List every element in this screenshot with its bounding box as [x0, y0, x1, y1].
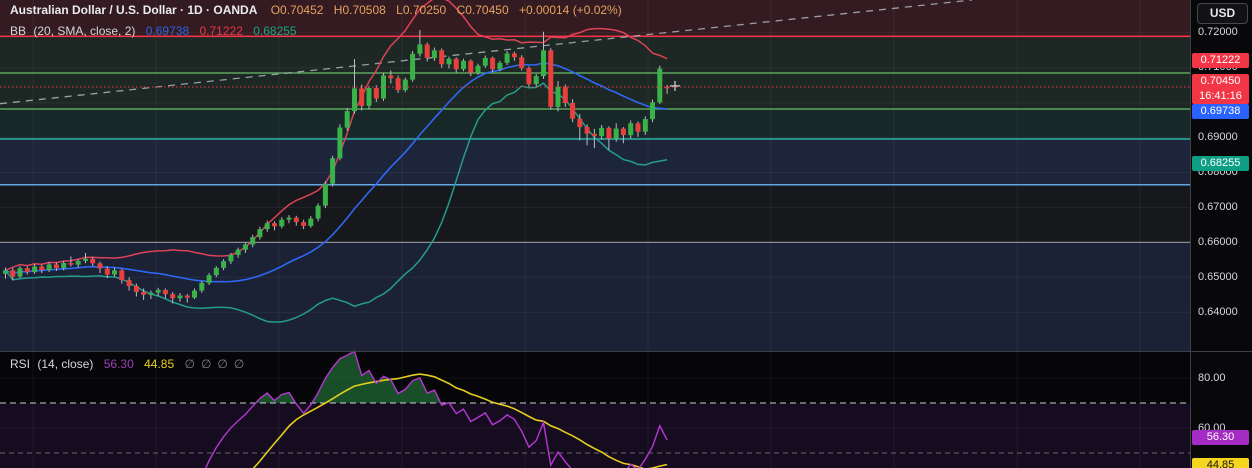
price-badge: 0.68255	[1192, 156, 1249, 171]
bb-lower-value: 0.68255	[253, 24, 297, 38]
countdown-timer: 16:41:16	[1199, 90, 1242, 102]
rsi-ma-value: 44.85	[144, 357, 175, 371]
trading-chart-app: Australian Dollar / U.S. Dollar · 1D · O…	[0, 0, 1252, 468]
bb-indicator-legend[interactable]: BB (20, SMA, close, 2) 0.69738 0.71222 0…	[10, 24, 304, 38]
price-tick: 0.67000	[1198, 201, 1238, 213]
bb-name: BB	[10, 24, 27, 38]
price-tick: 0.66000	[1198, 236, 1238, 248]
price-change: +0.00014 (+0.02%)	[518, 3, 622, 17]
empty-plot-icon: ∅	[200, 357, 212, 371]
last-price-badge: 0.70450 16:41:16	[1192, 74, 1249, 104]
chart-canvas[interactable]	[0, 0, 1252, 468]
rsi-empty-plots: ∅ ∅ ∅ ∅	[184, 357, 250, 371]
ohlc-high: H0.70508	[333, 3, 386, 17]
bb-upper-value: 0.71222	[199, 24, 243, 38]
ohlc-close: C0.70450	[456, 3, 509, 17]
price-badge: 0.69738	[1192, 104, 1249, 119]
price-badge: 0.71222	[1192, 53, 1249, 68]
ohlc-low: L0.70250	[396, 3, 447, 17]
ohlc-open: O0.70452	[270, 3, 324, 17]
symbol-legend[interactable]: Australian Dollar / U.S. Dollar · 1D · O…	[10, 3, 629, 17]
empty-plot-icon: ∅	[233, 357, 245, 371]
price-tick: 0.64000	[1198, 306, 1238, 318]
rsi-indicator-legend[interactable]: RSI (14, close) 56.30 44.85 ∅ ∅ ∅ ∅	[10, 357, 257, 371]
rsi-value-badge: 44.85	[1192, 458, 1249, 468]
price-scale[interactable]: 0.720000.710000.690000.680000.670000.660…	[1190, 0, 1252, 468]
symbol-title: Australian Dollar / U.S. Dollar · 1D · O…	[10, 3, 258, 17]
navy-zone-upper[interactable]	[0, 139, 1190, 185]
rsi-params: (14, close)	[37, 357, 94, 371]
rsi-value: 56.30	[103, 357, 134, 371]
price-tick: 0.72000	[1198, 26, 1238, 38]
empty-plot-icon: ∅	[217, 357, 228, 371]
price-tick: 0.69000	[1198, 131, 1238, 143]
rsi-name: RSI	[10, 357, 31, 371]
rsi-band-fill	[0, 403, 1190, 468]
price-tick: 0.65000	[1198, 271, 1238, 283]
currency-toggle-button[interactable]: USD	[1197, 3, 1248, 24]
rsi-value-badge: 56.30	[1192, 430, 1249, 445]
rsi-tick: 80.00	[1198, 372, 1226, 384]
bb-params: (20, SMA, close, 2)	[33, 24, 136, 38]
bb-basis-value: 0.69738	[145, 24, 190, 38]
empty-plot-icon: ∅	[184, 357, 195, 371]
